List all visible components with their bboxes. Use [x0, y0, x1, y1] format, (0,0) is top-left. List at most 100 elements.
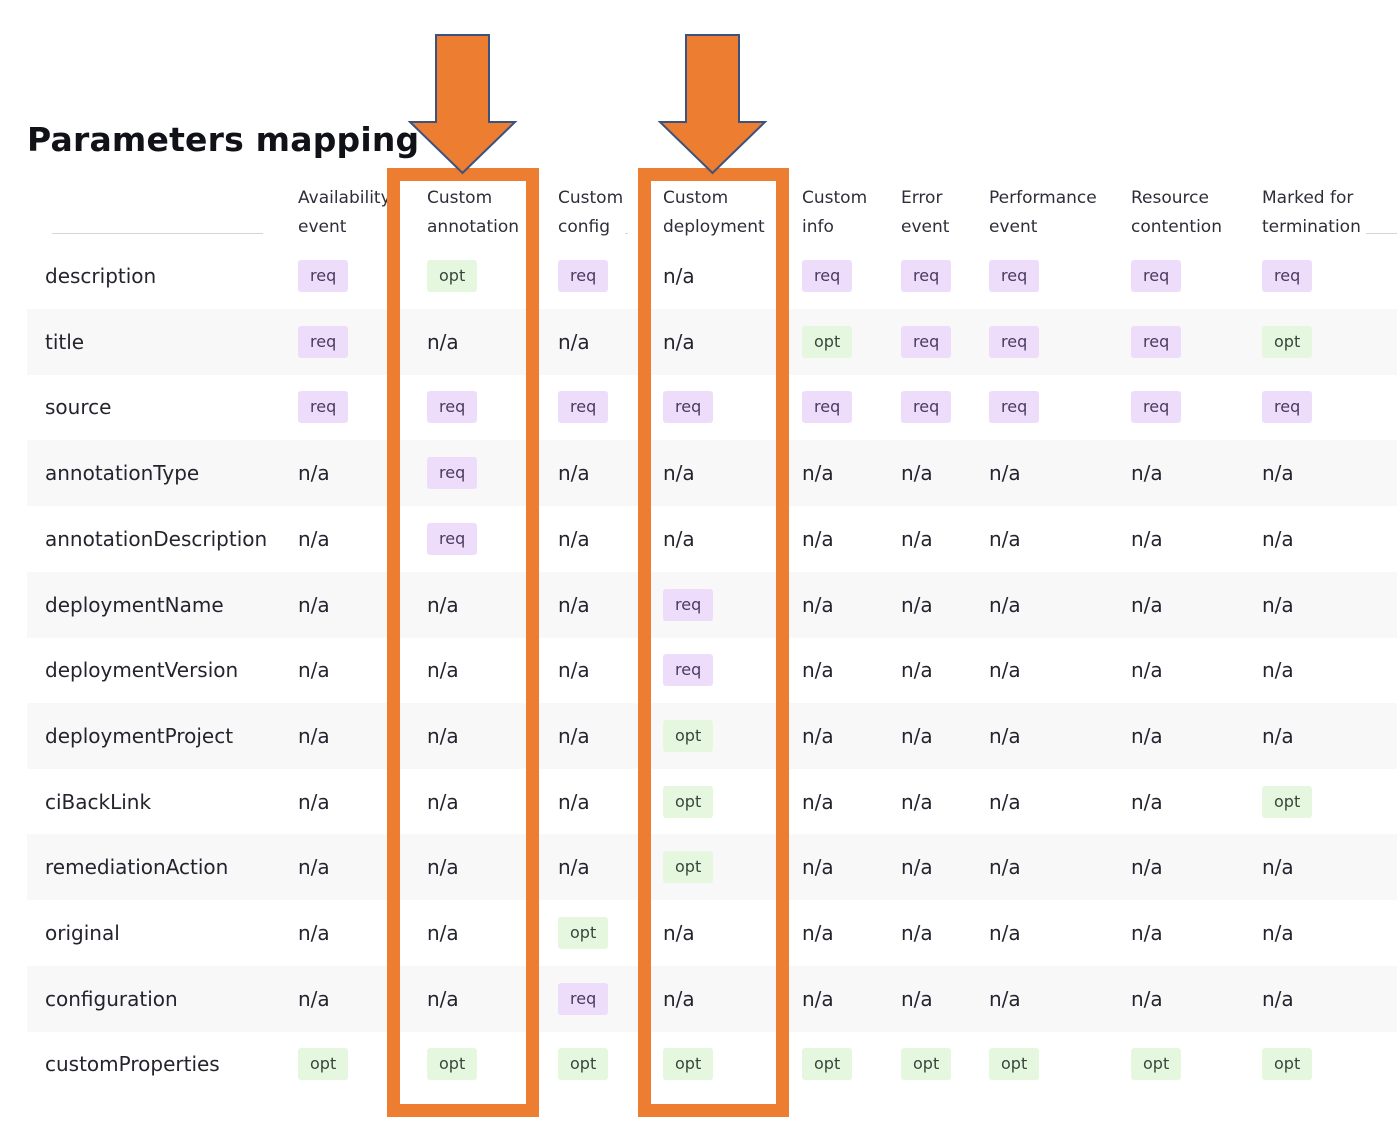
table-cell: n/a: [901, 440, 933, 506]
not-applicable-text: n/a: [802, 461, 834, 486]
required-badge: req: [427, 457, 478, 490]
table-row: description req opt req n/a req req req req req: [27, 243, 1397, 309]
optional-badge: opt: [1262, 325, 1313, 358]
table-cell: n/a: [989, 769, 1021, 835]
parameter-name: source: [45, 395, 112, 420]
required-badge: req: [802, 391, 853, 424]
required-badge: req: [663, 654, 714, 687]
column-header-line2: info: [802, 217, 834, 237]
required-badge: req: [989, 391, 1040, 424]
not-applicable-text: n/a: [1131, 789, 1163, 814]
table-cell: req: [427, 374, 478, 440]
table-cell: n/a: [989, 900, 1021, 966]
parameter-name: ciBackLink: [45, 789, 152, 814]
table-cell: req: [1131, 374, 1182, 440]
table-cell: req: [558, 374, 609, 440]
table-cell: n/a: [663, 900, 695, 966]
not-applicable-text: n/a: [298, 592, 330, 617]
table-cell: req: [1262, 243, 1313, 309]
optional-badge: opt: [663, 785, 714, 818]
not-applicable-text: n/a: [558, 592, 590, 617]
not-applicable-text: n/a: [663, 526, 695, 551]
not-applicable-text: n/a: [1131, 526, 1163, 551]
table-cell: req: [427, 440, 478, 506]
table-cell: n/a: [1262, 637, 1294, 703]
required-badge: req: [558, 391, 609, 424]
optional-badge: opt: [1262, 785, 1313, 818]
required-badge: req: [663, 588, 714, 621]
table-cell: opt: [663, 703, 714, 769]
table-row: remediationAction n/a n/a n/a opt n/a n/a n/a n/…: [27, 834, 1397, 901]
table-row: ciBackLink n/a n/a n/a opt n/a n/a n/a n/a opt: [27, 769, 1397, 835]
table-cell: n/a: [1131, 703, 1163, 769]
not-applicable-text: n/a: [1262, 592, 1294, 617]
not-applicable-text: n/a: [802, 921, 834, 945]
table-cell: n/a: [802, 637, 834, 703]
not-applicable-text: n/a: [558, 461, 590, 486]
not-applicable-text: n/a: [427, 789, 459, 814]
column-header-line2: event: [298, 217, 347, 237]
not-applicable-text: n/a: [427, 986, 459, 1011]
required-badge: req: [901, 260, 952, 292]
optional-badge: opt: [663, 719, 714, 752]
table-cell: n/a: [989, 966, 1021, 1032]
column-header: Error event: [901, 184, 952, 242]
table-cell: n/a: [558, 309, 590, 375]
table-cell: n/a: [1262, 966, 1294, 1032]
not-applicable-text: n/a: [901, 592, 933, 617]
table-cell: n/a: [298, 637, 330, 703]
not-applicable-text: n/a: [1131, 592, 1163, 617]
table-cell: n/a: [298, 506, 330, 572]
not-applicable-text: n/a: [663, 264, 695, 288]
table-cell: n/a: [663, 506, 695, 572]
table-cell: n/a: [901, 769, 933, 835]
not-applicable-text: n/a: [427, 658, 459, 683]
not-applicable-text: n/a: [1131, 921, 1163, 945]
table-cell: n/a: [1131, 834, 1163, 900]
not-applicable-text: n/a: [1262, 461, 1294, 486]
table-cell: n/a: [1262, 572, 1294, 638]
not-applicable-text: n/a: [558, 723, 590, 748]
column-header: Marked for termination: [1262, 184, 1363, 242]
not-applicable-text: n/a: [558, 789, 590, 814]
not-applicable-text: n/a: [989, 921, 1021, 945]
table-cell: n/a: [558, 572, 590, 638]
table-cell: n/a: [663, 440, 695, 506]
not-applicable-text: n/a: [1262, 526, 1294, 551]
table-cell: n/a: [1131, 506, 1163, 572]
table-cell: n/a: [802, 440, 834, 506]
table-cell: n/a: [802, 769, 834, 835]
table-cell: n/a: [1131, 637, 1163, 703]
not-applicable-text: n/a: [901, 986, 933, 1011]
table-cell: opt: [427, 1031, 478, 1097]
table-cell: n/a: [663, 243, 695, 309]
table-cell: opt: [802, 309, 853, 375]
required-badge: req: [989, 260, 1040, 292]
table-cell: opt: [1262, 309, 1313, 375]
not-applicable-text: n/a: [802, 526, 834, 551]
table-cell: n/a: [802, 572, 834, 638]
table-cell: opt: [802, 1031, 853, 1097]
table-cell: opt: [298, 1031, 349, 1097]
not-applicable-text: n/a: [989, 723, 1021, 748]
table-cell: req: [663, 374, 714, 440]
optional-badge: opt: [802, 1048, 853, 1081]
optional-badge: opt: [298, 1048, 349, 1081]
table-cell: req: [1131, 309, 1182, 375]
optional-badge: opt: [427, 260, 478, 292]
table-row: deploymentVersion n/a n/a n/a req n/a n/a n/a n/…: [27, 637, 1397, 703]
table-cell: n/a: [298, 966, 330, 1032]
required-badge: req: [1262, 391, 1313, 424]
optional-badge: opt: [558, 917, 609, 949]
table-cell: n/a: [1262, 506, 1294, 572]
table-cell: n/a: [298, 440, 330, 506]
table-cell: n/a: [1262, 834, 1294, 900]
table-cell: n/a: [901, 703, 933, 769]
table-cell: n/a: [802, 703, 834, 769]
required-badge: req: [427, 522, 478, 555]
required-badge: req: [427, 391, 478, 424]
not-applicable-text: n/a: [427, 329, 459, 354]
optional-badge: opt: [663, 851, 714, 884]
table-cell: req: [663, 637, 714, 703]
not-applicable-text: n/a: [901, 789, 933, 814]
